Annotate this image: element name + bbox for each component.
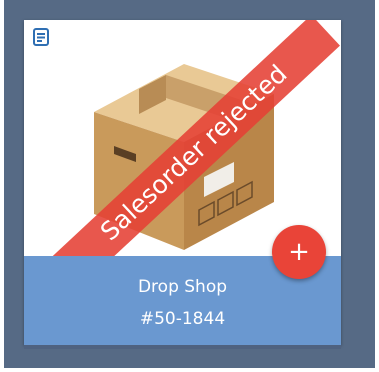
order-number: #50-1844 [139, 309, 226, 329]
document-icon[interactable] [33, 28, 49, 46]
customer-name: Drop Shop [137, 277, 228, 297]
order-card[interactable]: Salesorder rejected Drop Shop #50-1844 + [24, 20, 341, 345]
card-image-area: Salesorder rejected [24, 20, 341, 292]
card-shadow [24, 345, 341, 349]
add-button[interactable]: + [272, 225, 326, 279]
